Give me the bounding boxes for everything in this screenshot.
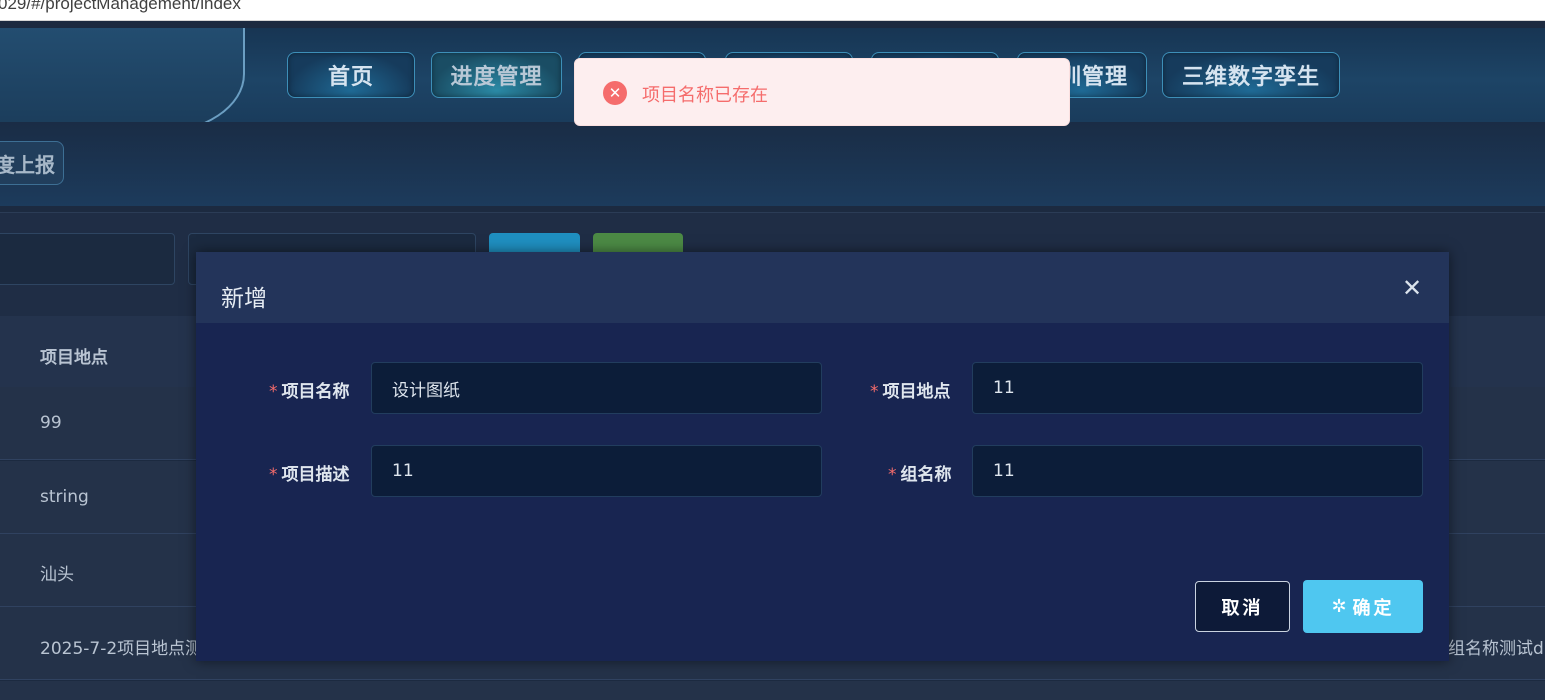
field-label-project-name: * 项目名称	[269, 377, 350, 402]
label-text: 组名称	[900, 465, 952, 485]
url-text: 029/#/projectManagement/index	[0, 0, 241, 13]
input-value: 11	[993, 378, 1015, 398]
filter-input-1[interactable]	[0, 233, 175, 285]
label-text: 项目地点	[882, 382, 951, 402]
input-value: 11	[993, 461, 1015, 481]
cancel-label: 取消	[1221, 597, 1264, 619]
table-cell-location: 99	[40, 413, 62, 433]
required-mark: *	[269, 382, 278, 402]
field-label-project-location: * 项目地点	[870, 377, 951, 402]
loading-spinner-icon: ✲	[1331, 596, 1347, 617]
column-header-location: 项目地点	[40, 348, 108, 368]
nav-digital-twin[interactable]: 三维数字孪生	[1162, 52, 1340, 98]
required-mark: *	[888, 465, 897, 485]
field-label-group-name: * 组名称	[888, 460, 952, 485]
dialog-title: 新增	[221, 286, 267, 312]
label-text: 项目描述	[281, 465, 350, 485]
error-circle-icon: ✕	[603, 81, 627, 105]
logo-area	[0, 28, 245, 134]
sub-tab-progress-report[interactable]: 度上报	[0, 141, 64, 185]
confirm-button[interactable]: ✲ 确定	[1303, 580, 1423, 633]
dialog-header: 新增 ✕	[196, 252, 1449, 323]
project-desc-input[interactable]: 11	[371, 445, 822, 497]
confirm-label: 确定	[1352, 597, 1395, 619]
project-name-input[interactable]: 设计图纸	[371, 362, 822, 414]
table-row[interactable]	[0, 681, 1545, 700]
group-name-input[interactable]: 11	[972, 445, 1423, 497]
field-label-project-desc: * 项目描述	[269, 460, 350, 485]
add-dialog: 新增 ✕ * 项目名称 设计图纸 * 项目地点 11 * 项目描述 11 * 组名称 1…	[196, 252, 1449, 661]
close-icon[interactable]: ✕	[1401, 276, 1423, 300]
error-toast: ✕ 项目名称已存在	[574, 58, 1070, 126]
table-cell-location: 汕头	[40, 565, 74, 585]
nav-home[interactable]: 首页	[287, 52, 415, 98]
input-value: 11	[392, 461, 414, 481]
toast-message: 项目名称已存在	[642, 85, 768, 106]
input-value: 设计图纸	[392, 380, 460, 401]
nav-progress-management[interactable]: 进度管理	[431, 52, 562, 98]
label-text: 项目名称	[281, 382, 350, 402]
table-cell-location: string	[40, 487, 89, 507]
sub-tab-label: 度上报	[0, 152, 55, 177]
nav-home-label: 首页	[327, 65, 374, 90]
required-mark: *	[269, 465, 278, 485]
nav-digital-twin-label: 三维数字孪生	[1181, 65, 1320, 90]
required-mark: *	[870, 382, 879, 402]
cancel-button[interactable]: 取消	[1195, 581, 1290, 632]
table-cell-group: 组名称测试d	[1448, 639, 1544, 659]
sub-nav-band	[0, 122, 1545, 206]
nav-progress-label: 进度管理	[450, 65, 543, 90]
table-cell-location: 2025-7-2项目地点测	[40, 639, 203, 659]
browser-url-bar[interactable]: 029/#/projectManagement/index	[0, 0, 1545, 21]
project-location-input[interactable]: 11	[972, 362, 1423, 414]
